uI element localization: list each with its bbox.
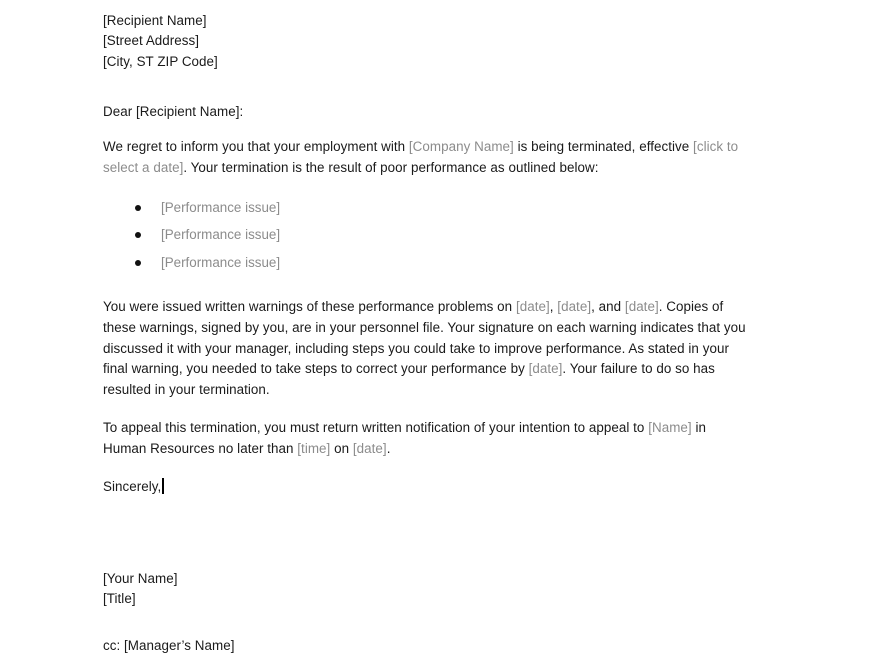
- text: is being terminated, effective: [513, 139, 694, 154]
- performance-issue-placeholder[interactable]: [Performance issue]: [161, 253, 280, 273]
- bullet-icon: [135, 260, 141, 266]
- text: We regret to inform you that your employ…: [103, 139, 409, 154]
- recipient-name[interactable]: [Recipient Name]: [103, 11, 207, 31]
- date-placeholder[interactable]: [date]: [529, 361, 563, 376]
- text: on: [330, 441, 353, 456]
- text: Human Resources no later than: [103, 441, 298, 456]
- date-placeholder[interactable]: [date]: [625, 299, 659, 314]
- text: . Your failure to do so has: [562, 361, 715, 376]
- time-placeholder[interactable]: [time]: [297, 441, 330, 456]
- signature-name[interactable]: [Your Name]: [103, 569, 178, 589]
- signature-title[interactable]: [Title]: [103, 589, 136, 609]
- paragraph1-line1: We regret to inform you that your employ…: [103, 137, 738, 157]
- document-page[interactable]: [Recipient Name] [Street Address] [City,…: [0, 0, 891, 661]
- text: final warning, you needed to take steps …: [103, 361, 529, 376]
- text-cursor: [162, 478, 164, 494]
- text: .: [386, 441, 391, 456]
- salutation[interactable]: Dear [Recipient Name]:: [103, 102, 243, 122]
- name-placeholder[interactable]: [Name]: [648, 420, 691, 435]
- text: To appeal this termination, you must ret…: [103, 420, 649, 435]
- paragraph2-line2: these warnings, signed by you, are in yo…: [103, 320, 746, 335]
- paragraph2-line4: final warning, you needed to take steps …: [103, 359, 715, 379]
- paragraph3-line2: Human Resources no later than [time] on …: [103, 439, 390, 459]
- company-name-placeholder[interactable]: [Company Name]: [409, 139, 514, 154]
- date-picker-placeholder[interactable]: select a date]: [103, 160, 183, 175]
- recipient-city[interactable]: [City, ST ZIP Code]: [103, 52, 218, 72]
- text: You were issued written warnings of thes…: [103, 299, 516, 314]
- text: . Copies of: [658, 299, 724, 314]
- performance-issue-placeholder[interactable]: [Performance issue]: [161, 225, 280, 245]
- recipient-street[interactable]: [Street Address]: [103, 31, 199, 51]
- date-placeholder[interactable]: [date]: [557, 299, 591, 314]
- date-picker-placeholder[interactable]: [click to: [693, 139, 738, 154]
- closing-line[interactable]: Sincerely,: [103, 477, 164, 497]
- performance-issue-placeholder[interactable]: [Performance issue]: [161, 198, 280, 218]
- text: . Your termination is the result of poor…: [183, 160, 599, 175]
- paragraph1-line2: select a date]. Your termination is the …: [103, 158, 599, 178]
- bullet-icon: [135, 232, 141, 238]
- paragraph3-line1: To appeal this termination, you must ret…: [103, 418, 706, 438]
- text: , and: [591, 299, 625, 314]
- paragraph2-line1: You were issued written warnings of thes…: [103, 297, 723, 317]
- cc-line[interactable]: cc: [Manager’s Name]: [103, 636, 235, 656]
- date-placeholder[interactable]: [date]: [353, 441, 387, 456]
- paragraph2-line3: discussed it with your manager, includin…: [103, 341, 729, 356]
- date-placeholder[interactable]: [date]: [516, 299, 550, 314]
- text: in: [691, 420, 706, 435]
- closing: Sincerely,: [103, 479, 162, 494]
- bullet-icon: [135, 205, 141, 211]
- paragraph2-line5: resulted in your termination.: [103, 382, 270, 397]
